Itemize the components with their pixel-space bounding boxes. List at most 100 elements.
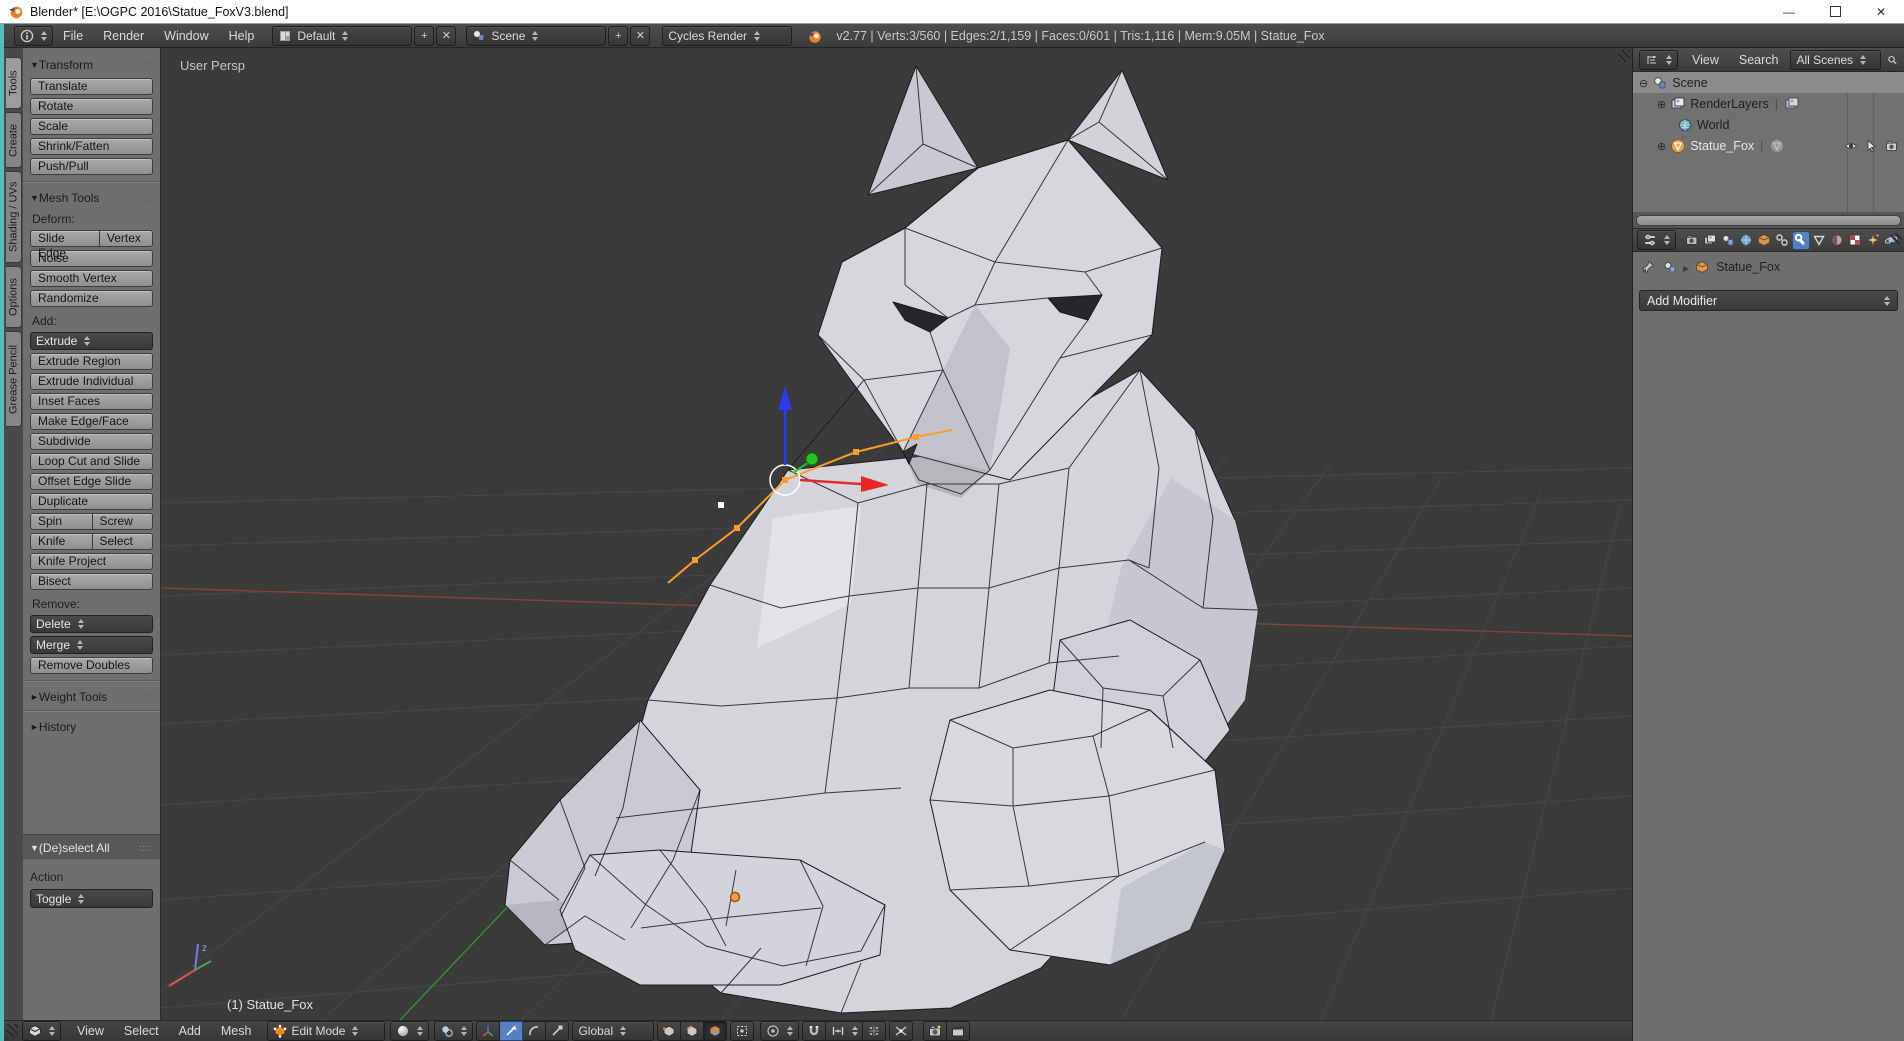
manipulator-toggle-button[interactable] — [476, 1021, 500, 1041]
push-pull-button[interactable]: Push/Pull — [30, 158, 153, 175]
add-modifier-dropdown[interactable]: Add Modifier — [1639, 290, 1898, 311]
close-button[interactable]: ✕ — [1858, 0, 1904, 23]
make-edge-face-button[interactable]: Make Edge/Face — [30, 413, 153, 430]
tab-scene[interactable] — [1719, 231, 1737, 250]
panel-mesh-tools-header[interactable]: Mesh Tools:::: — [30, 191, 153, 205]
smooth-vertex-button[interactable]: Smooth Vertex — [30, 270, 153, 287]
tab-constraints[interactable] — [1773, 231, 1791, 250]
collapse-icon[interactable] — [1639, 76, 1648, 90]
area-resize-grip[interactable] — [1891, 233, 1902, 244]
pivot-point-selector[interactable] — [434, 1021, 473, 1041]
scene-breadcrumb-icon[interactable] — [1663, 260, 1677, 274]
action-dropdown[interactable]: Toggle — [30, 889, 153, 908]
tab-shading-uvs[interactable]: Shading / UVs — [6, 171, 22, 263]
screw-button[interactable]: Screw — [92, 513, 154, 530]
menu-mesh[interactable]: Mesh — [211, 1024, 262, 1038]
render-animation-button[interactable] — [947, 1021, 970, 1041]
panel-history-header[interactable]: History:::: — [30, 720, 153, 734]
editor-type-selector[interactable] — [14, 26, 53, 46]
slide-vertex-button[interactable]: Vertex — [99, 230, 153, 247]
outliner-menu-view[interactable]: View — [1682, 53, 1729, 67]
extrude-individual-button[interactable]: Extrude Individual — [30, 373, 153, 390]
menu-help[interactable]: Help — [219, 29, 265, 43]
tab-render-layers[interactable] — [1701, 231, 1719, 250]
tab-tools[interactable]: Tools — [6, 57, 22, 109]
knife-project-button[interactable]: Knife Project — [30, 553, 153, 570]
pin-icon[interactable] — [1641, 260, 1655, 274]
tab-particles[interactable] — [1864, 231, 1882, 250]
scrollbar-thumb[interactable] — [1636, 215, 1901, 226]
visibility-toggle[interactable] — [1844, 139, 1858, 153]
transform-orientation-selector[interactable]: Global — [572, 1021, 654, 1041]
viewport-shading-selector[interactable] — [390, 1021, 429, 1041]
minimize-button[interactable]: — — [1766, 0, 1812, 23]
maximize-button[interactable] — [1812, 0, 1858, 23]
auto-merge-button[interactable] — [889, 1021, 913, 1041]
duplicate-button[interactable]: Duplicate — [30, 493, 153, 510]
offset-edge-slide-button[interactable]: Offset Edge Slide — [30, 473, 153, 490]
noise-button[interactable]: Noise — [30, 250, 153, 267]
properties-editor-selector[interactable] — [1637, 230, 1676, 250]
scale-button[interactable]: Scale — [30, 118, 153, 135]
redo-panel-header[interactable]: (De)select All:::: — [23, 834, 160, 860]
snap-toggle-button[interactable] — [802, 1021, 826, 1041]
proportional-edit-selector[interactable] — [760, 1021, 799, 1041]
menu-select[interactable]: Select — [114, 1024, 169, 1038]
tab-render[interactable] — [1683, 231, 1701, 250]
render-opengl-button[interactable] — [923, 1021, 947, 1041]
add-layout-button[interactable]: + — [414, 26, 434, 46]
loop-cut-button[interactable]: Loop Cut and Slide — [30, 453, 153, 470]
rotate-button[interactable]: Rotate — [30, 98, 153, 115]
close-scene-button[interactable]: ✕ — [630, 26, 650, 46]
outliner-scrollbar[interactable] — [1633, 212, 1904, 228]
tab-modifiers[interactable] — [1792, 231, 1810, 250]
tab-object-data[interactable] — [1810, 231, 1828, 250]
expand-icon[interactable] — [1657, 139, 1666, 153]
manipulator-translate-button[interactable] — [500, 1021, 523, 1041]
renderability-toggle[interactable] — [1885, 139, 1899, 153]
subdivide-button[interactable]: Subdivide — [30, 433, 153, 450]
tab-options[interactable]: Options — [6, 266, 22, 328]
randomize-button[interactable]: Randomize — [30, 290, 153, 307]
extrude-region-button[interactable]: Extrude Region — [30, 353, 153, 370]
screen-layout-selector[interactable]: Default — [272, 26, 412, 46]
snap-element-selector[interactable] — [826, 1021, 863, 1041]
outliner-menu-search[interactable]: Search — [1729, 53, 1789, 67]
manipulator-scale-button[interactable] — [546, 1021, 569, 1041]
scene-selector[interactable]: Scene — [466, 26, 606, 46]
manipulator-rotate-button[interactable] — [523, 1021, 546, 1041]
close-layout-button[interactable]: ✕ — [436, 26, 456, 46]
outliner-filter-selector[interactable]: All Scenes — [1790, 50, 1881, 70]
panel-weight-tools-header[interactable]: Weight Tools:::: — [30, 690, 153, 704]
extrude-dropdown[interactable]: Extrude — [30, 332, 153, 350]
tab-grease-pencil[interactable]: Grease Pencil — [6, 331, 22, 427]
expand-icon[interactable] — [1657, 97, 1666, 111]
mode-selector[interactable]: Edit Mode — [267, 1021, 385, 1041]
face-select-button[interactable] — [704, 1021, 727, 1041]
object-breadcrumb-icon[interactable] — [1695, 260, 1709, 274]
tab-material[interactable] — [1828, 231, 1846, 250]
knife-select-button[interactable]: Select — [92, 533, 154, 550]
tab-create[interactable]: Create — [6, 112, 22, 168]
bisect-button[interactable]: Bisect — [30, 573, 153, 590]
panel-transform-header[interactable]: Transform:::: — [30, 58, 153, 72]
add-scene-button[interactable]: + — [608, 26, 628, 46]
outliner-row-renderlayers[interactable]: RenderLayers — [1633, 93, 1904, 114]
knife-button[interactable]: Knife — [30, 533, 92, 550]
shrink-fatten-button[interactable]: Shrink/Fatten — [30, 138, 153, 155]
menu-window[interactable]: Window — [154, 29, 218, 43]
menu-add[interactable]: Add — [169, 1024, 211, 1038]
outliner-row-statue-fox[interactable]: Statue_Fox — [1633, 135, 1904, 156]
snap-target-button[interactable] — [863, 1021, 886, 1041]
slide-edge-button[interactable]: Slide Edge — [30, 230, 99, 247]
tab-texture[interactable] — [1846, 231, 1864, 250]
merge-dropdown[interactable]: Merge — [30, 636, 153, 654]
translate-button[interactable]: Translate — [30, 78, 153, 95]
spin-button[interactable]: Spin — [30, 513, 92, 530]
area-resize-grip[interactable] — [1618, 50, 1630, 62]
inset-faces-button[interactable]: Inset Faces — [30, 393, 153, 410]
renderlayer-toggle-icon[interactable] — [1784, 96, 1800, 112]
delete-dropdown[interactable]: Delete — [30, 615, 153, 633]
outliner-row-world[interactable]: World — [1633, 114, 1904, 135]
editor-type-selector[interactable] — [22, 1021, 61, 1041]
